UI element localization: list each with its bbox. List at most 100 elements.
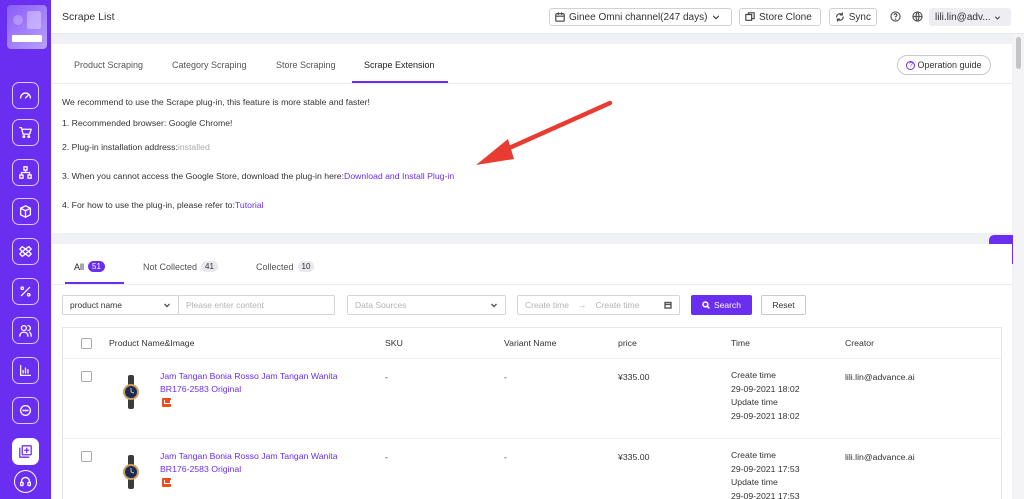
range-arrow: → <box>577 300 587 310</box>
user-email: lili.lin@adv... <box>935 11 991 23</box>
count-badge: 10 <box>297 261 315 272</box>
store-clone-button[interactable]: Store Clone <box>739 8 821 26</box>
start-date-placeholder: Create time <box>525 300 569 310</box>
page-scrollbar[interactable] <box>1013 34 1024 499</box>
globe-icon[interactable] <box>912 11 923 22</box>
sku-cell: - <box>385 452 388 462</box>
tutorial-link[interactable]: Tutorial <box>235 200 264 210</box>
filter-tab-collected[interactable]: Collected 10 <box>256 261 315 272</box>
dropbox-icon[interactable] <box>12 238 39 265</box>
col-sku: SKU <box>385 338 403 348</box>
sync-button[interactable]: Sync <box>829 8 877 26</box>
row-checkbox[interactable] <box>81 371 92 382</box>
step-4-label: 4. For how to use the plug-in, please re… <box>62 200 235 210</box>
step-1: 1. Recommended browser: Google Chrome! <box>62 118 233 128</box>
page-title: Scrape List <box>62 11 115 23</box>
filter-tab-all[interactable]: All 51 <box>74 261 105 272</box>
count-badge: 41 <box>201 261 218 272</box>
sync-label: Sync <box>848 11 871 23</box>
content-placeholder: Please enter content <box>186 300 264 310</box>
app-logo[interactable] <box>7 5 47 49</box>
store-select[interactable]: Ginee Omni channel(247 days) <box>549 8 732 26</box>
create-time-label: Create time <box>731 450 776 460</box>
users-icon[interactable] <box>12 317 39 344</box>
operation-guide-label: Operation guide <box>917 60 982 70</box>
download-plugin-link[interactable]: Download and Install Plug-in <box>344 171 454 181</box>
extension-intro: We recommend to use the Scrape plug-in, … <box>62 97 370 107</box>
update-time-value: 29-09-2021 18:02 <box>731 410 800 421</box>
product-image[interactable] <box>118 455 144 489</box>
tab-product-scraping[interactable]: Product Scraping <box>74 60 143 70</box>
calendar-icon <box>664 301 672 309</box>
scrollbar-thumb[interactable] <box>1016 37 1021 69</box>
chevron-down-icon <box>490 301 498 309</box>
annotation-arrow <box>476 100 613 165</box>
search-button[interactable]: Search <box>691 295 752 315</box>
create-time-value: 29-09-2021 17:53 <box>731 463 800 474</box>
select-all-checkbox[interactable] <box>81 338 92 349</box>
step-2-label: 2. Plug-in installation address: <box>62 142 178 152</box>
filter-tab-not-collected[interactable]: Not Collected 41 <box>143 261 218 272</box>
help-icon[interactable] <box>890 11 901 22</box>
headset-icon[interactable] <box>14 470 37 493</box>
percent-icon[interactable] <box>12 278 39 305</box>
content-search-input[interactable]: Please enter content <box>178 295 335 315</box>
table-header-divider <box>63 358 1001 359</box>
cart-icon[interactable] <box>12 119 39 146</box>
row-divider <box>63 438 1001 439</box>
user-menu[interactable]: lili.lin@adv... <box>929 8 1011 26</box>
creator-cell: lili.lin@advance.ai <box>845 452 915 462</box>
time-cell: Create time 29-09-2021 17:53 Update time… <box>731 449 800 499</box>
update-time-value: 29-09-2021 17:53 <box>731 490 800 499</box>
price-cell: ¥335.00 <box>618 452 650 462</box>
shop-icon <box>162 398 171 407</box>
variant-cell: - <box>504 452 507 462</box>
create-time-range[interactable]: Create time → Create time <box>517 295 680 315</box>
col-product-name: Product Name&Image <box>109 338 195 348</box>
data-sources-select[interactable]: Data Sources <box>347 295 506 315</box>
box-icon[interactable] <box>12 198 39 225</box>
sync-icon <box>836 12 844 22</box>
reset-button[interactable]: Reset <box>761 295 806 315</box>
sidebar <box>0 0 51 499</box>
row-checkbox[interactable] <box>81 451 92 462</box>
search-label: Search <box>714 300 741 310</box>
chevron-down-icon <box>163 301 171 309</box>
count-badge: 51 <box>88 261 105 272</box>
chat-icon[interactable] <box>12 397 39 424</box>
tab-category-scraping[interactable]: Category Scraping <box>172 60 247 70</box>
clone-icon <box>745 12 755 21</box>
step-3: 3. When you cannot access the Google Sto… <box>62 171 454 181</box>
scrape-icon[interactable] <box>12 438 39 465</box>
creator-cell: lili.lin@advance.ai <box>845 372 915 382</box>
col-price: price <box>618 338 637 348</box>
product-name-link[interactable]: Jam Tangan Bonia Rosso Jam Tangan Wanita… <box>160 370 360 395</box>
install-status: installed <box>177 142 210 152</box>
filter-tab-label: Not Collected <box>143 261 198 272</box>
chevron-down-icon <box>713 15 720 20</box>
filter-tabs-divider <box>52 284 1012 285</box>
product-image[interactable] <box>118 375 144 409</box>
filter-tab-label: All <box>74 261 85 272</box>
variant-cell: - <box>504 372 507 382</box>
filter-tab-label: Collected <box>256 261 294 272</box>
price-cell: ¥335.00 <box>618 372 650 382</box>
sku-cell: - <box>385 372 388 382</box>
chevron-down-icon <box>994 15 1000 20</box>
tab-scrape-extension[interactable]: Scrape Extension <box>364 60 435 70</box>
col-creator: Creator <box>845 338 874 348</box>
store-clone-label: Store Clone <box>759 11 812 23</box>
sitemap-icon[interactable] <box>12 159 39 186</box>
report-icon[interactable] <box>12 357 39 384</box>
col-variant-name: Variant Name <box>504 338 557 348</box>
product-name-link[interactable]: Jam Tangan Bonia Rosso Jam Tangan Wanita… <box>160 450 360 475</box>
create-time-label: Create time <box>731 370 776 380</box>
operation-guide-button[interactable]: ? Operation guide <box>897 55 991 75</box>
end-date-placeholder: Create time <box>595 300 640 310</box>
create-time-value: 29-09-2021 18:02 <box>731 383 800 394</box>
tab-store-scraping[interactable]: Store Scraping <box>276 60 336 70</box>
field-select[interactable]: product name <box>62 295 179 315</box>
update-time-label: Update time <box>731 397 778 407</box>
dashboard-icon[interactable] <box>12 82 39 109</box>
search-icon <box>702 301 710 309</box>
